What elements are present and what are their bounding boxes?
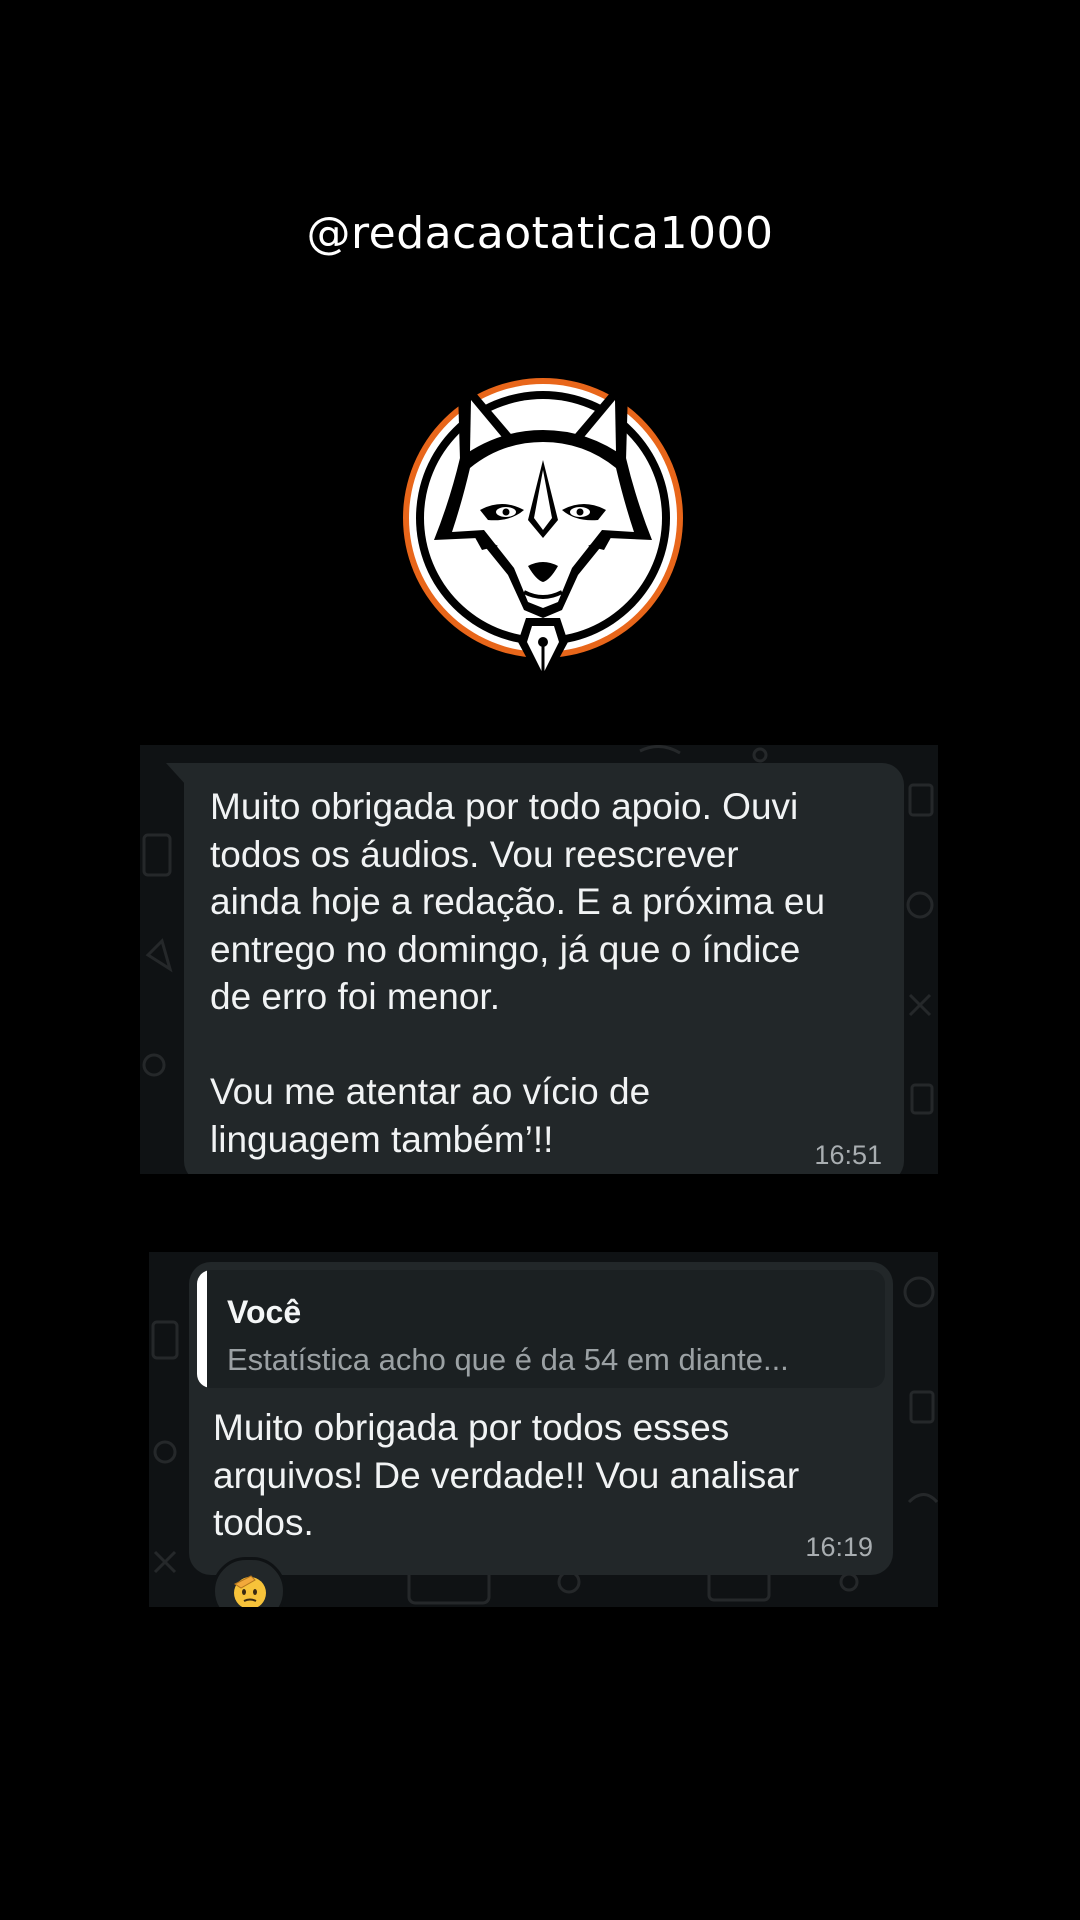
incoming-message-bubble[interactable]: Muito obrigada por todo apoio. Ouvi todo… [184,763,904,1174]
fox-pen-logo-icon [403,378,683,688]
quote-author: Você [227,1294,302,1330]
saluting-face-emoji-icon [234,1575,266,1607]
message-text: Muito obrigada por todo apoio. Ouvi todo… [210,786,826,1160]
quote-accent-bar [197,1270,207,1388]
bubble-tail [166,763,186,785]
quoted-reply[interactable]: Você Estatística acho que é da 54 em dia… [197,1270,885,1388]
quote-text: Estatística acho que é da 54 em diante..… [227,1342,789,1377]
message-text: Muito obrigada por todos esses arquivos!… [213,1407,800,1543]
message-timestamp: 16:19 [805,1532,873,1562]
chat-screenshot-1: Muito obrigada por todo apoio. Ouvi todo… [140,745,938,1174]
account-handle: @redacaotatica1000 [306,208,774,259]
incoming-message-bubble[interactable]: Você Estatística acho que é da 54 em dia… [189,1262,893,1575]
message-timestamp: 16:51 [814,1140,882,1170]
chat-screenshot-2: Você Estatística acho que é da 54 em dia… [149,1252,938,1607]
